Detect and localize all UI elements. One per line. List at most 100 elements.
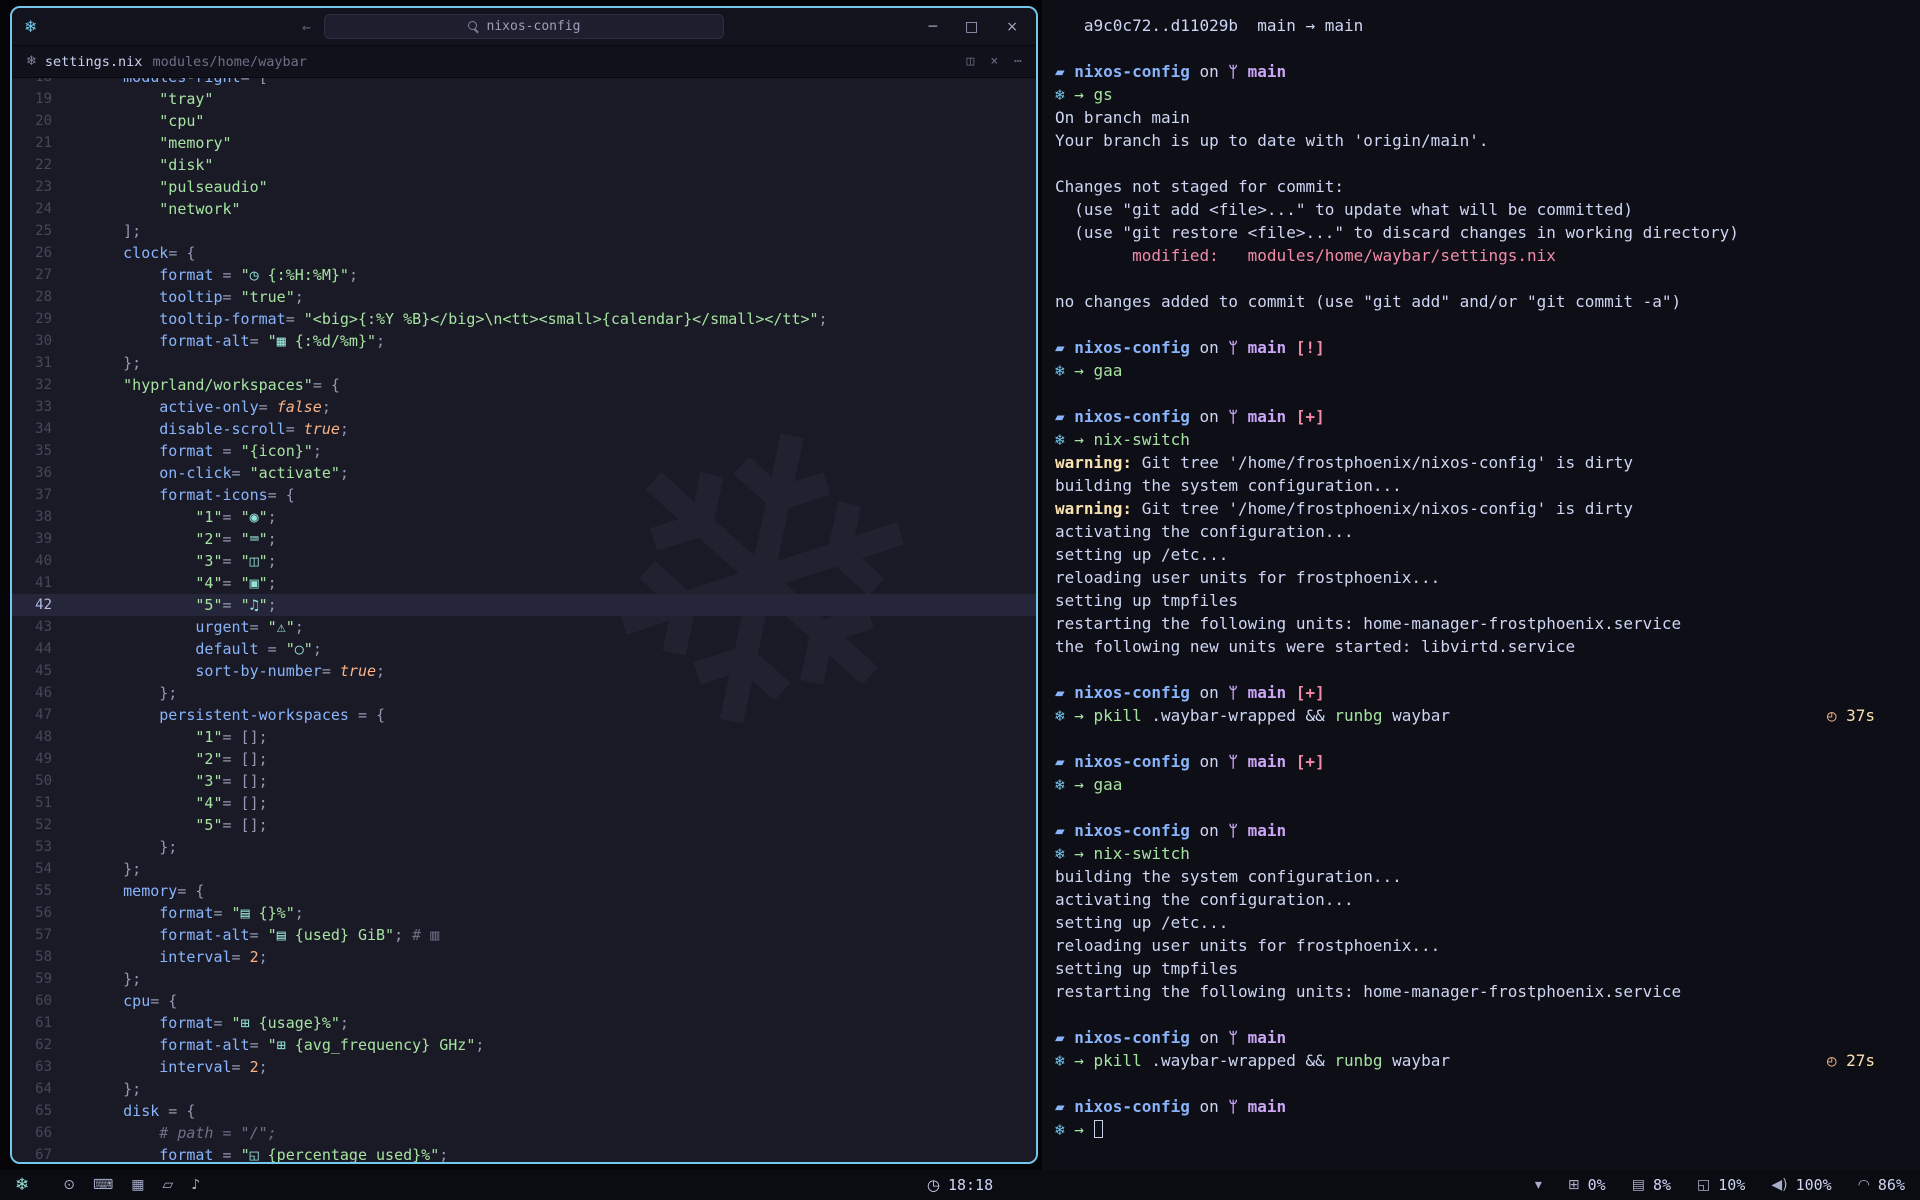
terminal-icon[interactable]: ⌨ (93, 1177, 113, 1193)
code-line[interactable]: 65 disk = { (12, 1100, 1036, 1122)
code-line[interactable]: 21 "memory" (12, 132, 1036, 154)
text-segment: " (286, 618, 295, 636)
text-segment: }; (78, 1080, 141, 1098)
window-buttons: ─ □ × (929, 19, 1018, 35)
nav-back-button[interactable]: ← (302, 8, 311, 46)
code-line[interactable]: 27 format = "◷ {:%H:%M}"; (12, 264, 1036, 286)
cpu-module[interactable]: ⊞0% (1568, 1176, 1606, 1194)
code-line[interactable]: 24 "network" (12, 198, 1036, 220)
code-line[interactable]: 37 format-icons= { (12, 484, 1036, 506)
code-line[interactable]: 59 }; (12, 968, 1036, 990)
nix-logo-icon[interactable]: ❄ (15, 1175, 29, 1195)
text-segment: ; (313, 442, 322, 460)
more-options-icon[interactable]: ⋯ (1014, 54, 1022, 69)
code-line[interactable]: 63 interval= 2; (12, 1056, 1036, 1078)
text-segment: ᛘ main (1228, 1028, 1286, 1047)
code-line[interactable]: 54 }; (12, 858, 1036, 880)
code-line[interactable]: 56 format= "▤ {}%"; (12, 902, 1036, 924)
close-tab-icon[interactable]: × (990, 54, 998, 69)
code-line[interactable]: 39 "2"= "⌨"; (12, 528, 1036, 550)
terminal-line: restarting the following units: home-man… (1055, 612, 1875, 635)
code-line[interactable]: 38 "1"= "◉"; (12, 506, 1036, 528)
code-line[interactable]: 30 format-alt= "▦ {:%d/%m}"; (12, 330, 1036, 352)
code-line[interactable]: 64 }; (12, 1078, 1036, 1100)
power-icon[interactable]: ⊙ (63, 1177, 75, 1193)
code-line[interactable]: 58 interval= 2; (12, 946, 1036, 968)
line-number: 42 (12, 594, 52, 616)
memory-module[interactable]: ▤8% (1632, 1176, 1671, 1194)
split-editor-icon[interactable]: ◫ (967, 54, 975, 69)
code-text: default = "○"; (52, 638, 322, 660)
code-line[interactable]: 42 "5"= "♫"; (12, 594, 1036, 616)
files-icon[interactable]: ▱ (162, 1177, 173, 1193)
volume-module[interactable]: ◀)100% (1771, 1176, 1831, 1194)
code-line[interactable]: 28 tooltip= "true"; (12, 286, 1036, 308)
code-line[interactable]: 29 tooltip-format= "<big>{:%Y %B}</big>\… (12, 308, 1036, 330)
code-line[interactable]: 50 "3"= []; (12, 770, 1036, 792)
code-line[interactable]: 20 "cpu" (12, 110, 1036, 132)
code-line[interactable]: 60 cpu= { (12, 990, 1036, 1012)
network-module[interactable]: ◠86% (1858, 1176, 1905, 1194)
text-segment: ; (340, 420, 349, 438)
text-segment: ◷ (250, 266, 259, 284)
code-line[interactable]: 36 on-click= "activate"; (12, 462, 1036, 484)
code-line[interactable]: 48 "1"= []; (12, 726, 1036, 748)
text-segment: {used} GiB" (286, 926, 394, 944)
terminal-text: setting up tmpfiles (1055, 591, 1238, 610)
code-line[interactable]: 57 format-alt= "▤ {used} GiB"; # ▥ (12, 924, 1036, 946)
code-line[interactable]: 40 "3"= "◫"; (12, 550, 1036, 572)
text-segment: {usage}%" (250, 1014, 340, 1032)
code-line[interactable]: 23 "pulseaudio" (12, 176, 1036, 198)
minimize-button[interactable]: ─ (929, 19, 937, 35)
code-line[interactable]: 67 format = "◱ {percentage_used}%"; (12, 1144, 1036, 1162)
clock-icon: ◷ (927, 1176, 940, 1194)
editor-body[interactable]: ❄ 18 modules-right= [19 "tray"20 "cpu"21… (12, 78, 1036, 1162)
code-line[interactable]: 45 sort-by-number= true; (12, 660, 1036, 682)
text-segment: ; (819, 310, 828, 328)
close-window-button[interactable]: × (1006, 19, 1018, 35)
tab-filename[interactable]: settings.nix (45, 54, 143, 70)
terminal-line: Changes not staged for commit: (1055, 175, 1875, 198)
code-line[interactable]: 41 "4"= "▣"; (12, 572, 1036, 594)
project-search-box[interactable]: nixos-config (324, 14, 724, 39)
tray-arrow-module[interactable]: ▾ (1535, 1177, 1542, 1193)
code-line[interactable]: 35 format = "{icon}"; (12, 440, 1036, 462)
clock-module[interactable]: ◷ 18:18 (927, 1176, 993, 1194)
text-segment: → gs (1074, 85, 1113, 104)
code-line[interactable]: 33 active-only= false; (12, 396, 1036, 418)
terminal-prompt-line[interactable]: ❄ → (1055, 1118, 1875, 1141)
code-line[interactable]: 34 disable-scroll= true; (12, 418, 1036, 440)
line-number: 18 (12, 78, 52, 88)
code-line[interactable]: 51 "4"= []; (12, 792, 1036, 814)
disk-module[interactable]: ◱10% (1697, 1176, 1745, 1194)
code-line[interactable]: 19 "tray" (12, 88, 1036, 110)
text-segment: " (241, 552, 250, 570)
image-icon[interactable]: ▦ (131, 1177, 144, 1193)
line-number: 57 (12, 924, 52, 946)
code-line[interactable]: 43 urgent= "⚠"; (12, 616, 1036, 638)
text-segment: disk (78, 1102, 159, 1120)
code-line[interactable]: 52 "5"= []; (12, 814, 1036, 836)
code-line[interactable]: 49 "2"= []; (12, 748, 1036, 770)
music-icon[interactable]: ♪ (191, 1177, 200, 1193)
code-line[interactable]: 46 }; (12, 682, 1036, 704)
text-segment: tooltip (78, 288, 223, 306)
code-line[interactable]: 55 memory= { (12, 880, 1036, 902)
code-line[interactable]: 31 }; (12, 352, 1036, 374)
terminal-window[interactable]: a9c0c72..d11029b main → main▰ nixos-conf… (1042, 0, 1920, 1170)
code-line[interactable]: 53 }; (12, 836, 1036, 858)
code-line[interactable]: 44 default = "○"; (12, 638, 1036, 660)
code-line[interactable]: 22 "disk" (12, 154, 1036, 176)
code-line[interactable]: 47 persistent-workspaces = { (12, 704, 1036, 726)
code-line[interactable]: 66 # path = "/"; (12, 1122, 1036, 1144)
code-line[interactable]: 25 ]; (12, 220, 1036, 242)
code-line[interactable]: 62 format-alt= "⊞ {avg_frequency} GHz"; (12, 1034, 1036, 1056)
code-text: "5"= "♫"; (52, 594, 277, 616)
code-line[interactable]: 32 "hyprland/workspaces"= { (12, 374, 1036, 396)
code-line[interactable]: 61 format= "⊞ {usage}%"; (12, 1012, 1036, 1034)
text-segment: = { (313, 376, 340, 394)
code-line[interactable]: 26 clock= { (12, 242, 1036, 264)
code-line[interactable]: 18 modules-right= [ (12, 78, 1036, 88)
line-number: 63 (12, 1056, 52, 1078)
maximize-button[interactable]: □ (965, 19, 978, 35)
